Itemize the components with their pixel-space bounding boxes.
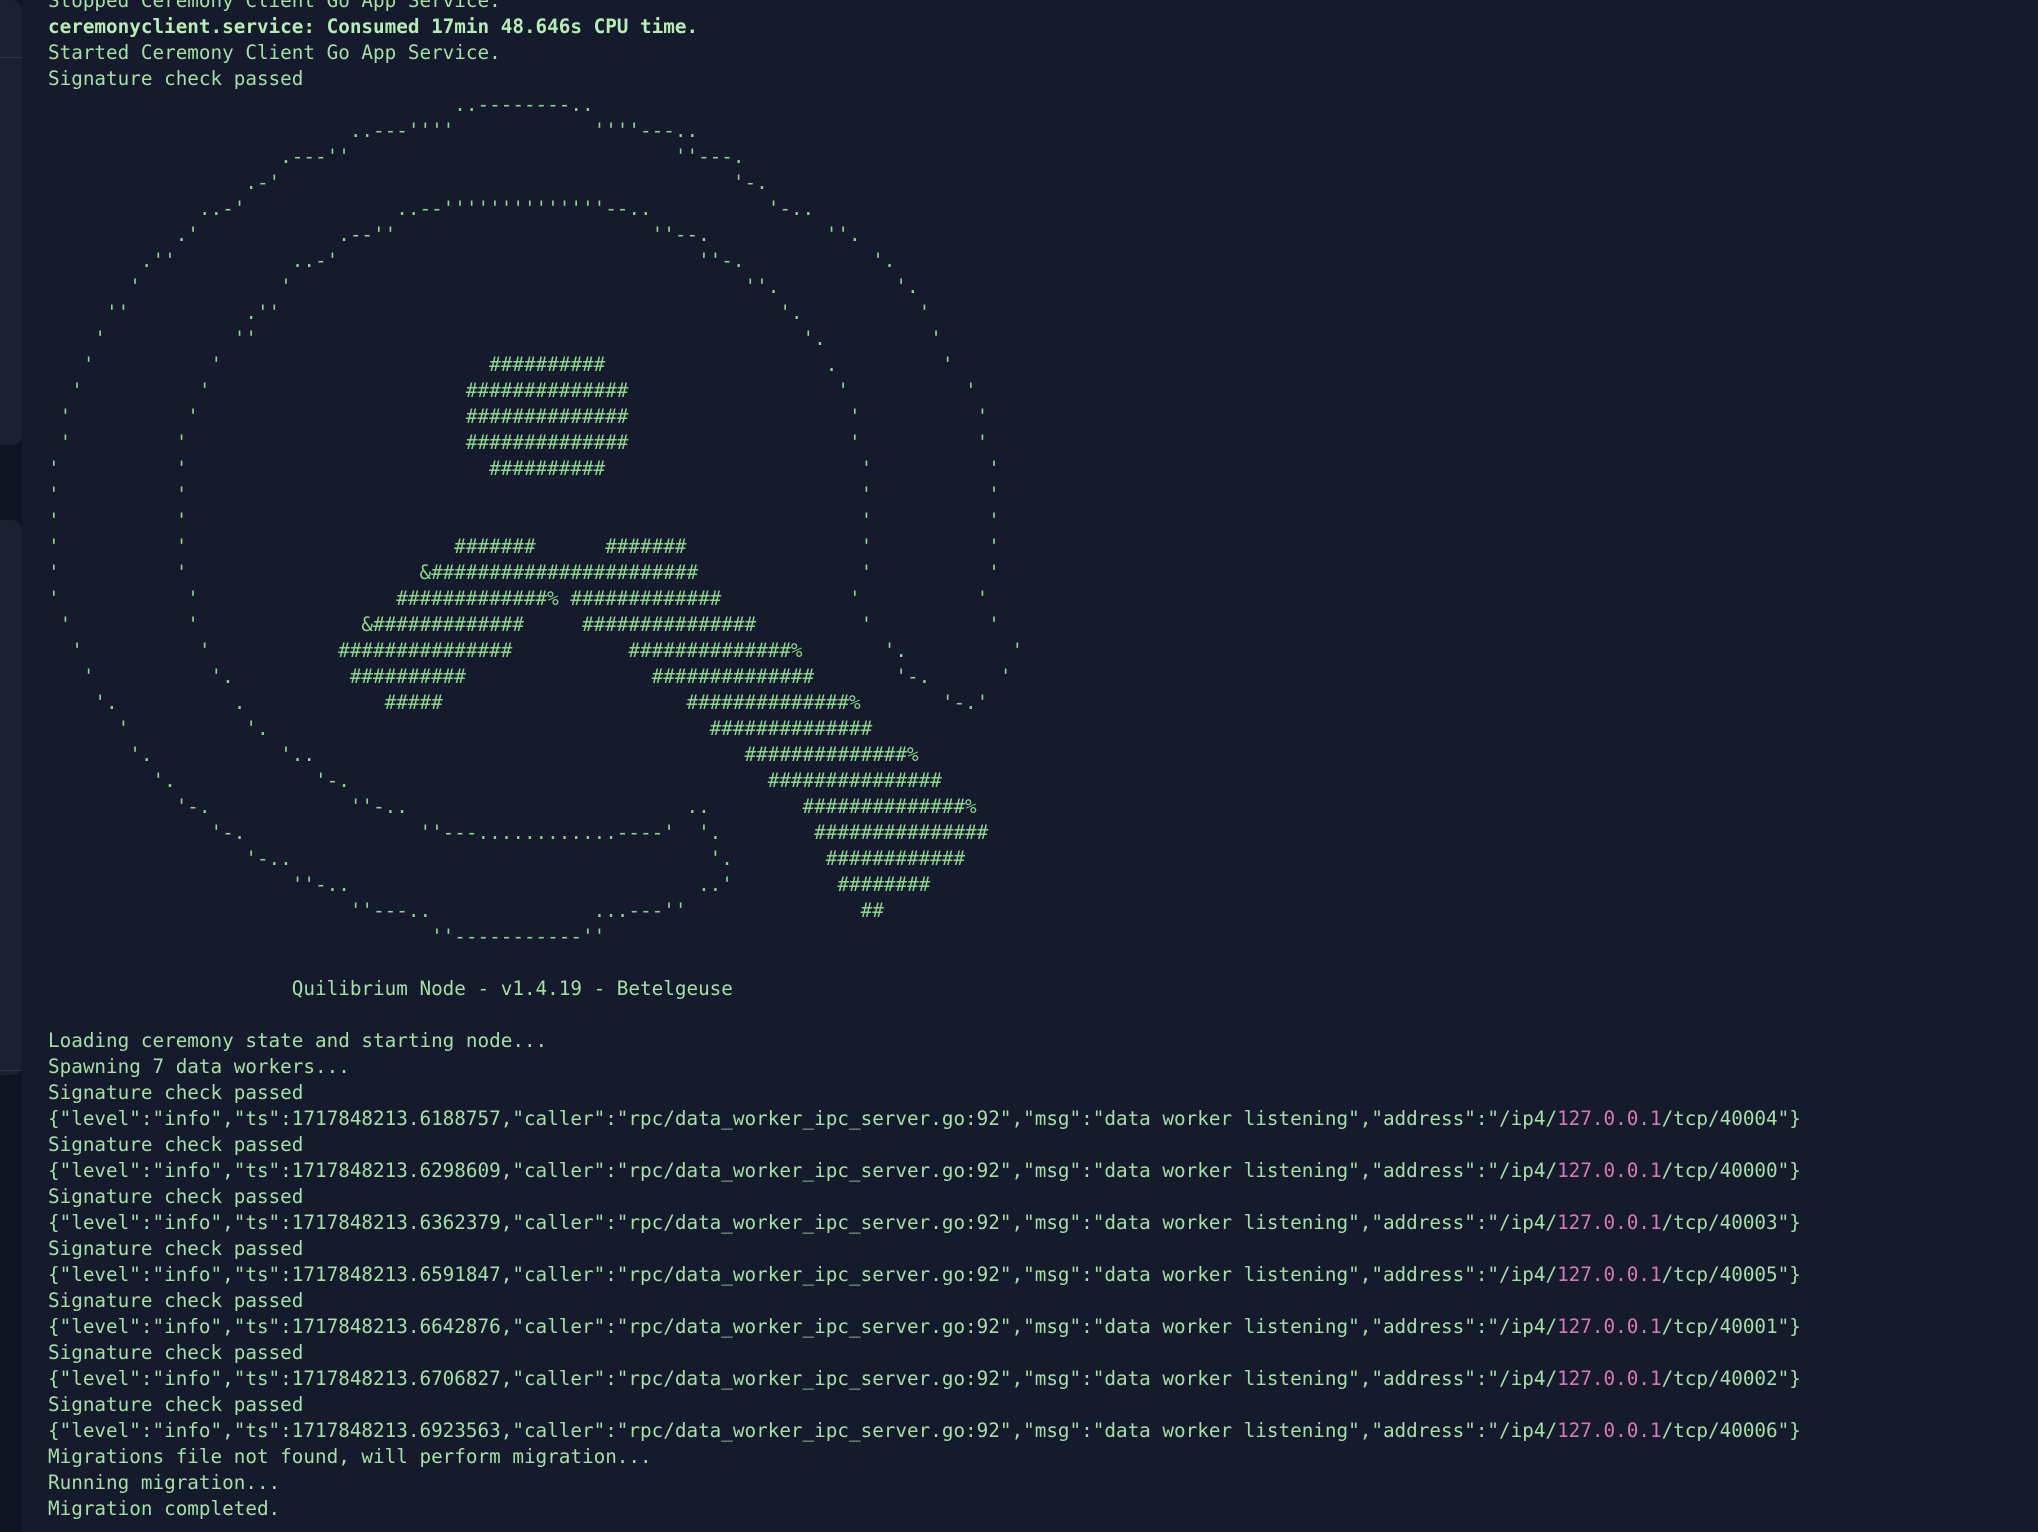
ip-address: 127.0.0.1 [1557,1159,1662,1182]
ascii-art-line: '-. ''-.. .. ##############% [48,795,977,818]
json-suffix: /tcp/40000"} [1661,1159,1801,1182]
ip-address: 127.0.0.1 [1557,1419,1662,1442]
log-line: Signature check passed [48,1341,304,1364]
ascii-art-line: ' ' ########## . ' [48,353,954,376]
ascii-art-line: ..--------.. [48,93,594,116]
ascii-art-line: '. '-. ############### [48,769,942,792]
log-line: Signature check passed [48,1185,304,1208]
worker-json-line: {"level":"info","ts":1717848213.6591847,… [48,1262,2018,1288]
json-prefix: {"level":"info","ts":1717848213.6706827,… [48,1367,1558,1390]
quilibrium-ascii-logo: ..--------.. ..---'''' ''''---.. .---'' … [48,92,2018,950]
ascii-art-line: ''-----------'' [48,925,606,948]
log-line: Signature check passed [48,1237,304,1260]
json-suffix: /tcp/40004"} [1661,1107,1801,1130]
log-line: Migration completed. [48,1497,281,1520]
log-line: Stopped Ceremony Client Go App Service. [48,0,501,12]
log-line: ceremonyclient.service: Consumed 17min 4… [48,15,699,38]
ip-address: 127.0.0.1 [1557,1315,1662,1338]
left-gutter [0,0,22,1532]
ascii-art-line: ' ' ############## ' ' [48,379,977,402]
log-line: Spawning 7 data workers... [48,1055,350,1078]
log-line: Signature check passed [48,67,304,90]
log-line: Migrations file not found, will perform … [48,1445,652,1468]
log-line: Started Ceremony Client Go App Service. [48,41,501,64]
ascii-art-line: ' ' &############# ############### ' ' [48,613,1000,636]
ascii-art-line: ..-' ..--''''''''''''''--.. '-.. [48,197,815,220]
log-line: Signature check passed [48,1289,304,1312]
ip-address: 127.0.0.1 [1557,1107,1662,1130]
ascii-art-line: ' ' ####### ####### ' ' [48,535,1000,558]
node-version-title: Quilibrium Node - v1.4.19 - Betelgeuse [48,977,733,1000]
ascii-art-line: ' '' '. ' [48,327,942,350]
ascii-art-line: ' ' ' ' [48,483,1000,506]
ascii-art-line: ' ' ############### ##############% '. ' [48,639,1024,662]
log-line: Running migration... [48,1471,281,1494]
ip-address: 127.0.0.1 [1557,1211,1662,1234]
ip-address: 127.0.0.1 [1557,1263,1662,1286]
ip-address: 127.0.0.1 [1557,1367,1662,1390]
json-prefix: {"level":"info","ts":1717848213.6362379,… [48,1211,1558,1234]
ascii-art-line: ' ' &####################### ' ' [48,561,1000,584]
ascii-art-line: ..---'''' ''''---.. [48,119,699,142]
log-line: Signature check passed [48,1133,304,1156]
data-worker-log: {"level":"info","ts":1717848213.6188757,… [48,1106,2018,1444]
ascii-art-line: .---'' ''---. [48,145,745,168]
ascii-art-line: '' .'' '. ' [48,301,931,324]
json-suffix: /tcp/40002"} [1661,1367,1801,1390]
ascii-art-line: ' ' ############## ' ' [48,431,989,454]
gutter-panel-top [0,0,22,445]
json-prefix: {"level":"info","ts":1717848213.6923563,… [48,1419,1558,1442]
terminal-output[interactable]: Stopped Ceremony Client Go App Service. … [48,0,2018,1532]
ascii-art-line: ' ' #############% ############# ' ' [48,587,989,610]
log-line: Signature check passed [48,1081,304,1104]
worker-json-line: {"level":"info","ts":1717848213.6642876,… [48,1314,2018,1340]
gutter-divider [0,1070,22,1071]
ascii-art-line: .-' '-. [48,171,768,194]
json-suffix: /tcp/40005"} [1661,1263,1801,1286]
ascii-art-line: .'' ..-' ''-. '. [48,249,896,272]
gutter-divider [0,57,22,58]
ascii-art-line: '-. ''---............----' '. ##########… [48,821,989,844]
ascii-art-line: ' ' ''. '. [48,275,919,298]
json-suffix: /tcp/40001"} [1661,1315,1801,1338]
worker-json-line: {"level":"info","ts":1717848213.6362379,… [48,1210,2018,1236]
json-prefix: {"level":"info","ts":1717848213.6591847,… [48,1263,1558,1286]
json-suffix: /tcp/40003"} [1661,1211,1801,1234]
ascii-art-line: ' ' ########## ' ' [48,457,1000,480]
worker-json-line: {"level":"info","ts":1717848213.6188757,… [48,1106,2018,1132]
log-line: Loading ceremony state and starting node… [48,1029,548,1052]
ascii-art-line: '. . ##### ##############% '-.' [48,691,989,714]
ascii-art-line: ''-.. ..' ######## [48,873,931,896]
json-prefix: {"level":"info","ts":1717848213.6188757,… [48,1107,1558,1130]
worker-json-line: {"level":"info","ts":1717848213.6923563,… [48,1418,2018,1444]
json-prefix: {"level":"info","ts":1717848213.6298609,… [48,1159,1558,1182]
ascii-art-line: '. '.. ##############% [48,743,919,766]
json-prefix: {"level":"info","ts":1717848213.6642876,… [48,1315,1558,1338]
worker-json-line: {"level":"info","ts":1717848213.6298609,… [48,1158,2018,1184]
ascii-art-line: ' '. ############## [48,717,873,740]
json-suffix: /tcp/40006"} [1661,1419,1801,1442]
ascii-art-line: .' .--'' ''--. ''. [48,223,861,246]
gutter-panel-bottom [0,520,22,1075]
log-line: Signature check passed [48,1393,304,1416]
ascii-art-line: ' '. ########## ############## '-. ' [48,665,1012,688]
ascii-art-line: ''---.. ...---'' ## [48,899,884,922]
ascii-art-line: ' ' ############## ' ' [48,405,989,428]
worker-json-line: {"level":"info","ts":1717848213.6706827,… [48,1366,2018,1392]
ascii-art-line: '-.. '. ############ [48,847,966,870]
ascii-art-line: ' ' ' ' [48,509,1000,532]
